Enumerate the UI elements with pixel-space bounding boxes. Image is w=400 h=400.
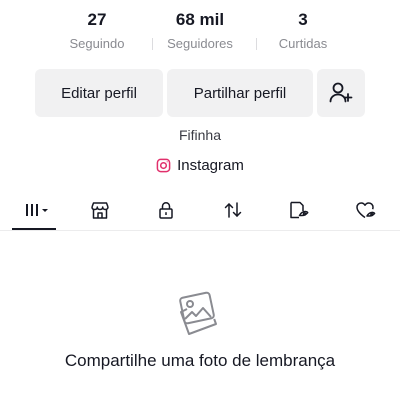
tab-saved[interactable] xyxy=(277,195,321,225)
likes-stat[interactable]: 3 Curtidas xyxy=(253,8,353,53)
share-profile-button[interactable]: Partilhar perfil xyxy=(167,69,313,117)
followers-stat[interactable]: 68 mil Seguidores xyxy=(150,8,250,53)
likes-label: Curtidas xyxy=(278,36,328,51)
add-friend-button[interactable] xyxy=(317,69,365,117)
instagram-link[interactable]: Instagram xyxy=(0,153,400,177)
instagram-label: Instagram xyxy=(177,156,244,174)
photos-icon xyxy=(179,291,217,335)
following-label: Seguindo xyxy=(69,36,125,51)
profile-tabs xyxy=(0,195,400,231)
saved-icon xyxy=(290,201,309,219)
tab-reposts[interactable] xyxy=(211,195,255,225)
liked-icon xyxy=(356,202,376,219)
shop-icon xyxy=(91,202,109,219)
likes-count: 3 xyxy=(298,10,308,29)
following-stat[interactable]: 27 Seguindo xyxy=(47,8,147,53)
chevron-down-icon xyxy=(42,209,48,212)
active-tab-indicator xyxy=(12,228,56,230)
tab-liked[interactable] xyxy=(344,195,388,225)
empty-state-message: Compartilhe uma foto de lembrança xyxy=(64,351,336,370)
followers-count: 68 mil xyxy=(175,10,225,29)
tab-shop[interactable] xyxy=(78,195,122,225)
tab-private[interactable] xyxy=(144,195,188,225)
repost-icon xyxy=(224,202,242,218)
add-user-icon xyxy=(329,82,353,103)
following-count: 27 xyxy=(87,10,107,29)
grid-videos-icon xyxy=(26,204,48,216)
tab-videos[interactable] xyxy=(12,195,56,225)
profile-stats: 27 Seguindo 68 mil Seguidores 3 Curtidas xyxy=(0,8,400,58)
instagram-icon xyxy=(156,158,171,172)
lock-icon xyxy=(159,201,173,219)
profile-name: Fifinha xyxy=(178,127,222,143)
followers-label: Seguidores xyxy=(167,36,233,51)
edit-profile-button[interactable]: Editar perfil xyxy=(35,69,163,117)
